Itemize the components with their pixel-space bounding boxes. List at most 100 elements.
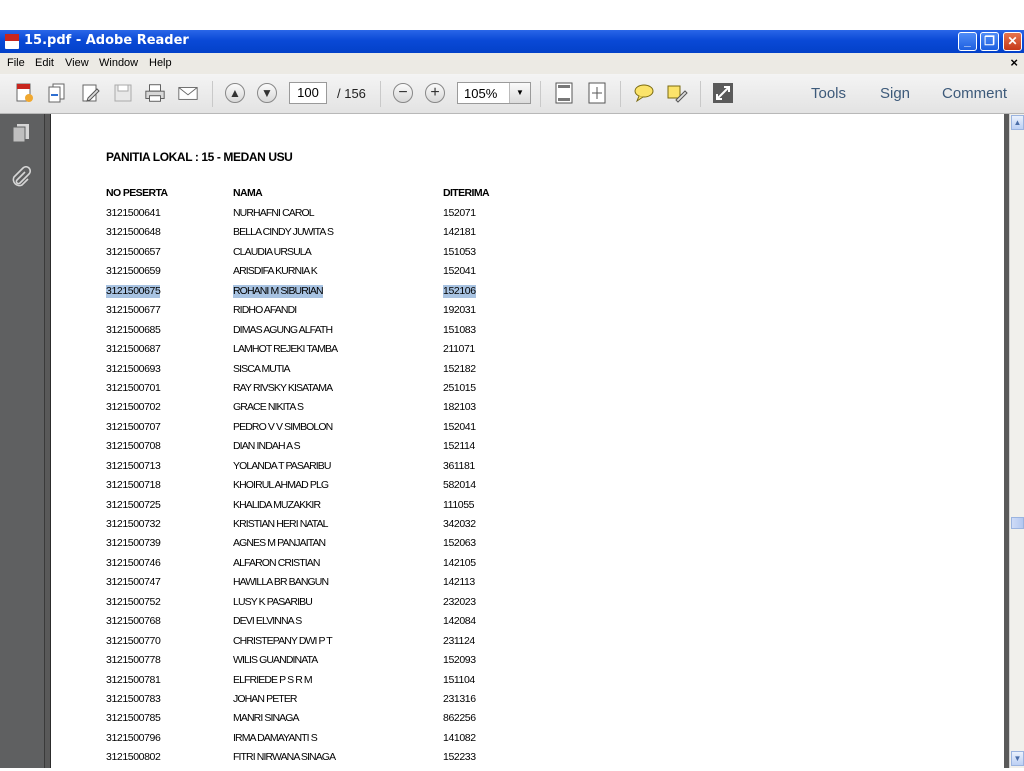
table-row[interactable]: 3121500796 IRMA DAMAYANTI S 141082 xyxy=(106,732,526,751)
table-row[interactable]: 3121500677 RIDHO AFANDI 192031 xyxy=(106,304,526,323)
scroll-down-icon[interactable]: ▼ xyxy=(1011,751,1024,766)
table-row[interactable]: 3121500685 DIMAS AGUNG ALFATH 151083 xyxy=(106,324,526,343)
restore-button[interactable]: ❐ xyxy=(980,32,999,51)
next-page-icon[interactable]: ▼ xyxy=(257,83,277,103)
previous-page-icon[interactable]: ▲ xyxy=(225,83,245,103)
table-row[interactable]: 3121500702 GRACE NIKITA S 182103 xyxy=(106,401,526,420)
edit-document-icon[interactable] xyxy=(80,82,102,104)
row-diterima: 361181 xyxy=(443,459,475,472)
menu-window[interactable]: Window xyxy=(99,57,138,69)
row-diterima: 342032 xyxy=(443,518,476,530)
save-icon[interactable] xyxy=(112,82,134,104)
table-row[interactable]: 3121500732 KRISTIAN HERI NATAL 342032 xyxy=(106,518,526,537)
scroll-up-icon[interactable]: ▲ xyxy=(1011,115,1024,130)
fullscreen-icon[interactable] xyxy=(712,82,734,104)
row-diterima: 211071 xyxy=(443,343,475,356)
zoom-in-icon[interactable]: + xyxy=(425,83,445,103)
scrollbar-thumb[interactable] xyxy=(1011,517,1024,529)
table-row[interactable]: 3121500718 KHOIRUL AHMAD PLG 582014 xyxy=(106,479,526,498)
email-icon[interactable] xyxy=(177,82,199,104)
row-no-peserta: 3121500675 xyxy=(106,284,161,298)
row-no-peserta: 3121500746 xyxy=(106,556,161,569)
table-row[interactable]: 3121500725 KHALIDA MUZAKKIR 111055 xyxy=(106,499,526,518)
row-diterima: 111055 xyxy=(443,498,475,511)
row-diterima: 152071 xyxy=(443,207,476,219)
table-row[interactable]: 3121500713 YOLANDA T PASARIBU 361181 xyxy=(106,460,526,479)
row-nama: KHALIDA MUZAKKIR xyxy=(233,498,321,511)
table-row[interactable]: 3121500785 MANRI SINAGA 862256 xyxy=(106,712,526,731)
highlight-text-icon[interactable] xyxy=(666,82,688,104)
table-row[interactable]: 3121500770 CHRISTEPANY DWI P T 231124 xyxy=(106,635,526,654)
fit-page-icon[interactable] xyxy=(553,82,575,104)
row-nama: KHOIRUL AHMAD PLG xyxy=(233,479,329,492)
menu-edit[interactable]: Edit xyxy=(35,57,54,69)
row-nama: CLAUDIA URSULA xyxy=(233,245,312,258)
combine-files-icon[interactable] xyxy=(46,82,68,104)
table-row[interactable]: 3121500659 ARISDIFA KURNIA K 152041 xyxy=(106,265,526,284)
table-row[interactable]: 3121500752 LUSY K PASARIBU 232023 xyxy=(106,596,526,615)
menu-view[interactable]: View xyxy=(65,57,89,69)
row-no-peserta: 3121500796 xyxy=(106,731,161,744)
create-pdf-icon[interactable] xyxy=(13,82,35,104)
window-title-bar[interactable]: 15.pdf - Adobe Reader _ ❐ ✕ xyxy=(0,30,1024,53)
table-row[interactable]: 3121500687 LAMHOT REJEKI TAMBA 211071 xyxy=(106,343,526,362)
close-button[interactable]: ✕ xyxy=(1003,32,1022,51)
row-no-peserta: 3121500725 xyxy=(106,498,161,511)
row-nama: JOHAN PETER xyxy=(233,692,298,705)
table-row[interactable]: 3121500708 DIAN INDAH A S 152114 xyxy=(106,440,526,459)
table-row[interactable]: 3121500768 DEVI ELVINNA S 142084 xyxy=(106,615,526,634)
row-diterima: 232023 xyxy=(443,595,476,608)
comment-bubble-icon[interactable] xyxy=(633,82,655,104)
row-no-peserta: 3121500657 xyxy=(106,245,161,258)
menu-file[interactable]: File xyxy=(7,57,25,69)
row-diterima: 152093 xyxy=(443,654,476,667)
zoom-select[interactable]: 105% ▼ xyxy=(457,82,531,104)
minimize-button[interactable]: _ xyxy=(958,32,977,51)
chevron-down-icon[interactable]: ▼ xyxy=(509,83,530,103)
row-diterima: 152233 xyxy=(443,751,476,764)
table-row[interactable]: 3121500657 CLAUDIA URSULA 151053 xyxy=(106,246,526,265)
row-nama: FITRI NIRWANA SINAGA xyxy=(233,751,336,764)
print-icon[interactable] xyxy=(144,82,166,104)
row-nama: WILIS GUANDINATA xyxy=(233,654,318,667)
table-row[interactable]: 3121500675 ROHANI M SIBURIAN 152106 xyxy=(106,284,526,304)
zoom-out-icon[interactable]: − xyxy=(393,83,413,103)
vertical-scrollbar[interactable]: ▲ ▼ xyxy=(1009,114,1024,768)
row-no-peserta: 3121500702 xyxy=(106,401,161,414)
row-no-peserta: 3121500677 xyxy=(106,304,161,317)
menu-help[interactable]: Help xyxy=(149,57,172,69)
row-no-peserta: 3121500770 xyxy=(106,634,161,647)
table-row[interactable]: 3121500739 AGNES M PANJAITAN 152063 xyxy=(106,537,526,556)
table-row[interactable]: 3121500648 BELLA CINDY JUWITA S 142181 xyxy=(106,226,526,245)
table-row[interactable]: 3121500707 PEDRO V V SIMBOLON 152041 xyxy=(106,421,526,440)
tools-tab[interactable]: Tools xyxy=(811,85,846,102)
row-nama: DEVI ELVINNA S xyxy=(233,615,302,628)
comment-tab[interactable]: Comment xyxy=(942,85,1007,102)
column-header-no-peserta: NO PESERTA xyxy=(106,187,168,199)
close-document-icon[interactable]: × xyxy=(1010,55,1018,70)
row-nama: CHRISTEPANY DWI P T xyxy=(233,634,333,647)
row-diterima: 251015 xyxy=(443,381,476,394)
row-diterima: 192031 xyxy=(443,304,476,317)
table-row[interactable]: 3121500747 HAWILLA BR BANGUN 142113 xyxy=(106,576,526,595)
table-row[interactable]: 3121500641 NURHAFNI CAROL 152071 xyxy=(106,207,526,226)
full-page-icon[interactable] xyxy=(586,82,608,104)
row-nama: BELLA CINDY JUWITA S xyxy=(233,226,334,239)
navigation-pane xyxy=(0,114,45,768)
table-row[interactable]: 3121500701 RAY RIVSKY KISATAMA 251015 xyxy=(106,382,526,401)
row-diterima: 142105 xyxy=(443,556,476,569)
table-row[interactable]: 3121500778 WILIS GUANDINATA 152093 xyxy=(106,654,526,673)
sign-tab[interactable]: Sign xyxy=(880,85,910,102)
table-row[interactable]: 3121500693 SISCA MUTIA 152182 xyxy=(106,363,526,382)
page-number-input[interactable]: 100 xyxy=(289,82,327,104)
row-diterima: 151053 xyxy=(443,245,476,258)
pages-panel-icon[interactable] xyxy=(10,122,32,144)
attachments-icon[interactable] xyxy=(10,165,32,188)
table-row[interactable]: 3121500783 JOHAN PETER 231316 xyxy=(106,693,526,712)
table-row[interactable]: 3121500746 ALFARON CRISTIAN 142105 xyxy=(106,557,526,576)
row-nama: IRMA DAMAYANTI S xyxy=(233,731,318,744)
row-diterima: 151104 xyxy=(443,673,475,686)
row-no-peserta: 3121500685 xyxy=(106,323,161,336)
row-no-peserta: 3121500739 xyxy=(106,537,161,550)
table-row[interactable]: 3121500781 ELFRIEDE P S R M 151104 xyxy=(106,674,526,693)
